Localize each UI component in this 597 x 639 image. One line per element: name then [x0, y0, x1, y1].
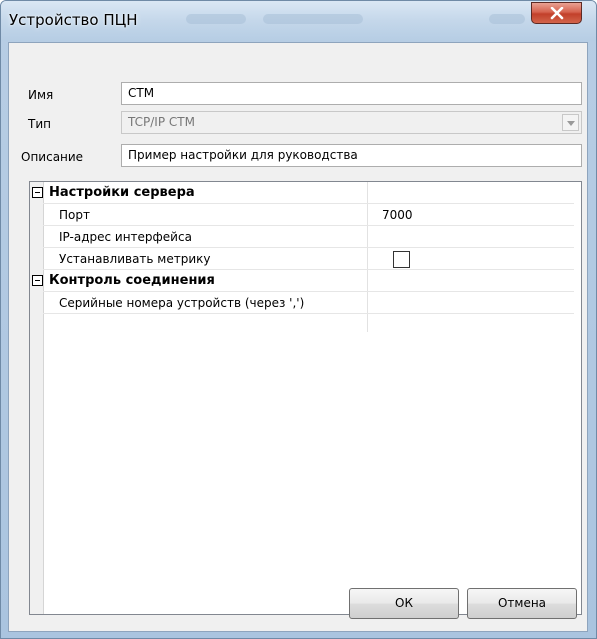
property-set-metric[interactable]: Устанавливать метрику	[30, 248, 574, 270]
ip-label: IP-адрес интерфейса	[59, 230, 192, 244]
category-connection-control[interactable]: Контроль соединения	[30, 270, 574, 292]
category-label: Настройки сервера	[49, 185, 195, 200]
ok-button[interactable]: ОК	[349, 588, 459, 619]
name-label: Имя	[28, 88, 54, 102]
collapse-icon[interactable]	[32, 187, 43, 198]
property-port[interactable]: Порт 7000	[30, 204, 574, 226]
close-icon	[550, 7, 564, 20]
metric-label: Устанавливать метрику	[59, 252, 211, 266]
close-button[interactable]	[531, 2, 582, 24]
title-bar[interactable]: Устройство ПЦН	[1, 1, 596, 41]
port-value[interactable]: 7000	[382, 208, 413, 222]
category-server-settings[interactable]: Настройки сервера	[30, 182, 574, 204]
name-field[interactable]: СТМ	[121, 82, 582, 105]
property-device-serials[interactable]: Серийные номера устройств (через ',')	[30, 292, 574, 314]
cancel-button[interactable]: Отмена	[467, 588, 577, 619]
title-bar-blur	[186, 14, 246, 24]
combo-dropdown-button[interactable]	[562, 114, 579, 131]
chevron-down-icon	[567, 121, 575, 126]
type-label: Тип	[28, 117, 51, 131]
dialog-client-area: Имя СТМ Тип TCP/IP СТМ Описание Пример н…	[8, 42, 588, 632]
category-label: Контроль соединения	[49, 273, 215, 288]
serials-label: Серийные номера устройств (через ',')	[59, 296, 305, 310]
title-bar-blur	[489, 14, 525, 24]
description-label: Описание	[21, 150, 84, 164]
type-combobox[interactable]: TCP/IP СТМ	[121, 111, 582, 134]
port-label: Порт	[59, 208, 90, 222]
window-title: Устройство ПЦН	[9, 11, 138, 29]
dialog-window: Устройство ПЦН Имя СТМ Тип TCP/IP СТМ Оп…	[0, 0, 597, 639]
type-value: TCP/IP СТМ	[128, 115, 195, 129]
row-divider	[43, 313, 574, 314]
title-bar-blur	[263, 14, 363, 24]
property-ip-address[interactable]: IP-адрес интерфейса	[30, 226, 574, 248]
metric-checkbox[interactable]	[393, 251, 410, 268]
property-grid: Настройки сервера Порт 7000 IP-адрес инт…	[29, 181, 582, 615]
collapse-icon[interactable]	[32, 275, 43, 286]
description-field[interactable]: Пример настройки для руководства	[121, 144, 582, 167]
